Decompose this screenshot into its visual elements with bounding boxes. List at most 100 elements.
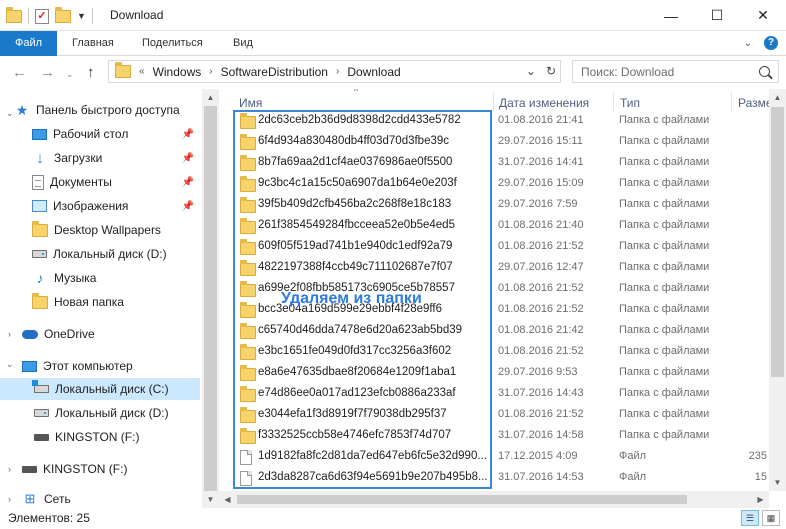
column-type[interactable]: Тип [620, 96, 640, 110]
pin-icon[interactable]: 📌 [182, 129, 194, 140]
address-dropdown-icon[interactable]: ⌄ [526, 64, 536, 78]
scrollbar-thumb[interactable] [237, 495, 687, 504]
nav-desktop[interactable]: Рабочий стол 📌 [32, 123, 200, 145]
folder-row[interactable]: 261f3854549284fbcceea52e0b5e4ed5 01.08.20… [219, 215, 769, 236]
customize-toolbar-icon[interactable]: ▼ [77, 11, 86, 21]
maximize-button[interactable]: ☐ [694, 0, 740, 31]
folder-row[interactable]: f3332525ccb58e4746efc7853f74d707 31.07.20… [219, 425, 769, 446]
address-bar[interactable]: « Windows › SoftwareDistribution › Downl… [108, 60, 561, 83]
pin-icon[interactable]: 📌 [182, 153, 194, 164]
folder-row[interactable]: e8a6e47635dbae8f20684e1209f1aba1 29.07.20… [219, 362, 769, 383]
scrollbar-thumb[interactable] [204, 106, 217, 491]
search-input[interactable] [581, 64, 741, 79]
drive-icon [32, 250, 47, 258]
properties-icon[interactable]: ✓ [35, 8, 49, 24]
content-horizontal-scrollbar[interactable]: ◀ ▶ [219, 491, 769, 508]
nav-local-disk-d-2[interactable]: Локальный диск (D:) [34, 402, 200, 424]
new-folder-icon[interactable] [55, 6, 71, 23]
search-box[interactable] [572, 60, 779, 83]
forward-arrow-icon[interactable]: → [40, 64, 55, 81]
scrollbar-thumb[interactable] [771, 107, 784, 377]
chevron-right-icon[interactable]: › [209, 66, 212, 77]
item-name: 261f3854549284fbcceea52e0b5e4ed5 [258, 219, 455, 231]
item-type: Папка с файлами [619, 198, 710, 210]
column-size[interactable]: Разме [738, 96, 773, 110]
folder-row[interactable]: 39f5b409d2cfb456ba2c268f8e18c183 29.07.20… [219, 194, 769, 215]
nav-quick-access[interactable]: ★ Панель быстрого доступа [14, 99, 202, 121]
folder-icon [240, 344, 256, 360]
folder-row[interactable]: 609f05f519ad741b1e940dc1edf92a79 01.08.20… [219, 236, 769, 257]
column-divider[interactable] [613, 91, 614, 111]
window-title: Download [110, 8, 164, 22]
search-icon[interactable] [759, 66, 770, 77]
column-name[interactable]: Имя [239, 96, 262, 110]
column-divider[interactable] [493, 91, 494, 111]
chevron-down-icon[interactable]: ⌄ [6, 359, 14, 370]
nav-network[interactable]: ⊞ Сеть [22, 488, 200, 508]
folder-row[interactable]: e3044efa1f3d8919f7f79038db295f37 01.08.20… [219, 404, 769, 425]
chevron-down-icon[interactable]: ⌄ [744, 38, 752, 49]
nav-downloads[interactable]: ↓ Загрузки 📌 [32, 147, 200, 169]
minimize-button[interactable]: — [648, 0, 694, 31]
folder-row[interactable]: e74d86ee0a017ad123efcb0886a233af 31.07.20… [219, 383, 769, 404]
details-view-icon[interactable]: ☰ [741, 510, 759, 526]
folder-row[interactable]: 4822197388f4ccb49c711102687e7f07 29.07.20… [219, 257, 769, 278]
nav-music[interactable]: ♪ Музыка [32, 267, 200, 289]
large-icons-view-icon[interactable]: ▦ [762, 510, 780, 526]
folder-icon [6, 6, 22, 23]
scroll-up-arrow-icon[interactable]: ▲ [202, 89, 219, 106]
tab-view[interactable]: Вид [227, 31, 259, 56]
nav-documents[interactable]: Документы 📌 [32, 171, 200, 193]
breadcrumb-download[interactable]: Download [347, 65, 400, 79]
up-arrow-icon[interactable]: ↑ [87, 64, 95, 81]
column-divider[interactable] [731, 91, 732, 111]
column-date[interactable]: Дата изменения [499, 96, 589, 110]
file-row[interactable]: 1d9182fa8fc2d81da7ed647eb6fc5e32d990... 1… [219, 446, 769, 467]
chevron-down-icon[interactable]: ⌄ [6, 108, 14, 119]
chevron-right-icon[interactable]: › [8, 329, 11, 339]
nav-this-pc[interactable]: Этот компьютер [22, 355, 200, 377]
breadcrumb-windows[interactable]: Windows [153, 65, 202, 79]
folder-row[interactable]: 2dc63ceb2b36d9d8398d2cdd433e5782 01.08.20… [219, 110, 769, 131]
close-button[interactable]: ✕ [740, 0, 786, 31]
item-type: Папка с файлами [619, 408, 710, 420]
item-name: e3bc1651fe049d0fd317cc3256a3f602 [258, 345, 452, 357]
folder-row[interactable]: 9c3bc4c1a15c50a6907da1b64e0e203f 29.07.20… [219, 173, 769, 194]
scroll-right-arrow-icon[interactable]: ▶ [752, 491, 769, 508]
refresh-icon[interactable]: ↻ [546, 64, 556, 78]
folder-row[interactable]: c65740d46dda7478e6d20a623ab5bd39 01.08.20… [219, 320, 769, 341]
folder-row[interactable]: e3bc1651fe049d0fd317cc3256a3f602 01.08.20… [219, 341, 769, 362]
scroll-down-arrow-icon[interactable]: ▼ [202, 491, 219, 508]
recent-locations-icon[interactable]: ⌄ [66, 69, 74, 80]
file-row[interactable]: 2d3da8287ca6d63f94e5691b9e207b495b8... 31… [219, 467, 769, 488]
nav-images[interactable]: Изображения 📌 [32, 195, 200, 217]
tab-share[interactable]: Поделиться [136, 31, 209, 56]
folder-icon [240, 113, 256, 129]
pin-icon[interactable]: 📌 [182, 177, 194, 188]
scroll-left-arrow-icon[interactable]: ◀ [219, 491, 236, 508]
scroll-down-arrow-icon[interactable]: ▼ [769, 474, 786, 491]
chevron-right-icon[interactable]: › [8, 464, 11, 474]
nav-label: Desktop Wallpapers [54, 223, 161, 237]
nav-desktop-wallpapers[interactable]: Desktop Wallpapers [32, 219, 200, 241]
nav-onedrive[interactable]: OneDrive [22, 323, 200, 345]
nav-kingston-f[interactable]: KINGSTON (F:) [34, 426, 200, 448]
back-arrow-icon[interactable]: ← [12, 64, 27, 81]
chevron-right-icon[interactable]: › [336, 66, 339, 77]
breadcrumb-overflow[interactable]: « [139, 66, 145, 77]
tab-file[interactable]: Файл [0, 31, 57, 56]
nav-kingston-f-2[interactable]: KINGSTON (F:) [22, 458, 200, 480]
nav-new-folder[interactable]: Новая папка [32, 291, 200, 313]
breadcrumb-softwaredistribution[interactable]: SoftwareDistribution [221, 65, 328, 79]
nav-local-disk-c[interactable]: Локальный диск (C:) [0, 378, 200, 400]
content-scrollbar[interactable]: ▲ ▼ [769, 89, 786, 491]
nav-local-disk-d[interactable]: Локальный диск (D:) [32, 243, 200, 265]
folder-row[interactable]: 8b7fa69aa2d1cf4ae0376986ae0f5500 31.07.20… [219, 152, 769, 173]
scroll-up-arrow-icon[interactable]: ▲ [769, 89, 786, 106]
pin-icon[interactable]: 📌 [182, 201, 194, 212]
chevron-right-icon[interactable]: › [8, 494, 11, 504]
help-icon[interactable]: ? [764, 36, 778, 50]
folder-row[interactable]: 6f4d934a830480db4ff03d70d3fbe39c 29.07.20… [219, 131, 769, 152]
navigation-scrollbar[interactable]: ▲ ▼ [202, 89, 219, 508]
tab-home[interactable]: Главная [66, 31, 120, 56]
